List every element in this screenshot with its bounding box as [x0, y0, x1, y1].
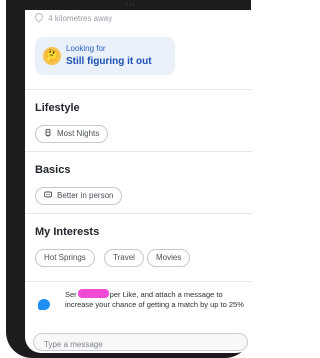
- distance-text: 4 kilometres away: [48, 14, 113, 23]
- drink-icon: [45, 129, 51, 137]
- chat-icon: [44, 191, 52, 198]
- promo-text-start: Ser: [65, 290, 77, 299]
- profile-screen: 4 kilometres away 🤔 Looking for Still fi…: [25, 10, 252, 353]
- message-input-bar[interactable]: [33, 333, 248, 353]
- location-pin-icon: [33, 11, 45, 23]
- lifestyle-title: Lifestyle: [35, 102, 80, 114]
- interests-section: My Interests Hot Springs Travel Movies: [25, 213, 252, 278]
- message-input[interactable]: [34, 336, 244, 353]
- lifestyle-section: Lifestyle Most Nights: [25, 89, 252, 148]
- interests-title: My Interests: [35, 226, 100, 238]
- distance-row: 4 kilometres away: [33, 11, 113, 23]
- looking-for-card: 🤔 Looking for Still figuring it out: [35, 37, 175, 75]
- basics-section: Basics Better in person: [25, 151, 252, 210]
- redacted-block: [77, 289, 109, 298]
- promo-text: Ser per Like, and attach a message to inc…: [65, 289, 245, 310]
- message-bubble-icon: [38, 299, 50, 310]
- chip-label: Most Nights: [57, 129, 100, 138]
- chip-movies: Movies: [147, 249, 191, 267]
- looking-for-label: Looking for: [66, 44, 106, 53]
- chip-hot-springs: Hot Springs: [35, 249, 95, 267]
- device-frame: 4 kilometres away 🤔 Looking for Still fi…: [6, 0, 252, 358]
- chip-label: Better in person: [57, 191, 114, 200]
- looking-for-value: Still figuring it out: [66, 56, 152, 67]
- basics-title: Basics: [35, 164, 71, 176]
- chip-travel: Travel: [104, 249, 144, 267]
- chip-most-nights: Most Nights: [35, 125, 109, 143]
- thinking-face-icon: 🤔: [43, 47, 61, 65]
- camera-dots: [126, 3, 135, 6]
- super-like-promo[interactable]: Ser per Like, and attach a message to inc…: [25, 281, 252, 330]
- chip-better-in-person: Better in person: [35, 187, 123, 205]
